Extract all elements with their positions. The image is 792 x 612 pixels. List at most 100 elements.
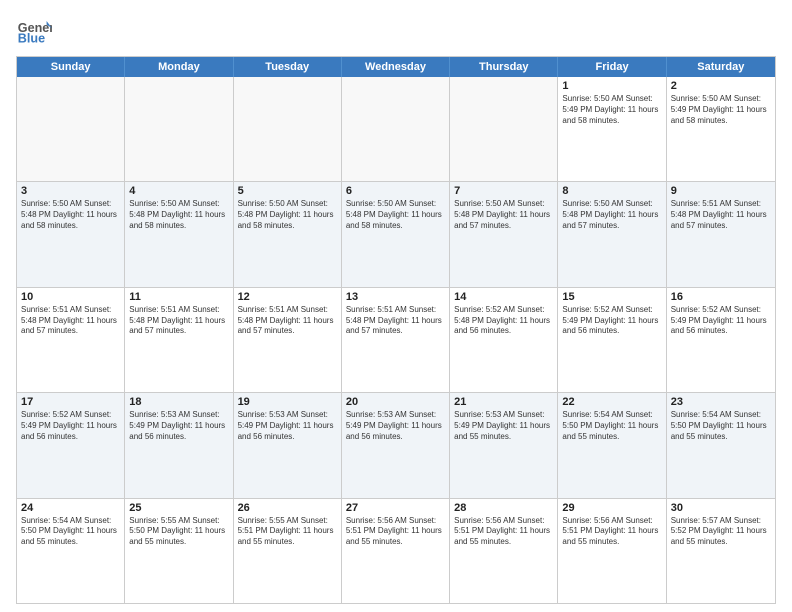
day-info: Sunrise: 5:50 AM Sunset: 5:49 PM Dayligh… (671, 94, 771, 126)
day-cell-13: 13 Sunrise: 5:51 AM Sunset: 5:48 PM Dayli… (342, 288, 450, 392)
day-info: Sunrise: 5:52 AM Sunset: 5:49 PM Dayligh… (671, 305, 771, 337)
day-cell-11: 11 Sunrise: 5:51 AM Sunset: 5:48 PM Dayli… (125, 288, 233, 392)
day-number: 25 (129, 502, 228, 514)
day-number: 27 (346, 502, 445, 514)
day-info: Sunrise: 5:55 AM Sunset: 5:50 PM Dayligh… (129, 516, 228, 548)
day-cell-14: 14 Sunrise: 5:52 AM Sunset: 5:48 PM Dayli… (450, 288, 558, 392)
day-info: Sunrise: 5:53 AM Sunset: 5:49 PM Dayligh… (346, 410, 445, 442)
day-info: Sunrise: 5:51 AM Sunset: 5:48 PM Dayligh… (129, 305, 228, 337)
day-number: 4 (129, 185, 228, 197)
day-cell-3: 3Sunrise: 5:50 AM Sunset: 5:48 PM Daylig… (17, 182, 125, 286)
day-cell-6: 6 Sunrise: 5:50 AM Sunset: 5:48 PM Daylig… (342, 182, 450, 286)
calendar-row-2: 3 Sunrise: 5:50 AM Sunset: 5:48 PM Daylig… (17, 181, 775, 286)
day-number: 30 (671, 502, 771, 514)
empty-cell (342, 77, 450, 181)
day-info: Sunrise: 5:50 AM Sunset: 5:49 PM Dayligh… (562, 94, 661, 126)
day-info: Sunrise: 5:56 AM Sunset: 5:51 PM Dayligh… (454, 516, 553, 548)
day-number: 13 (346, 291, 445, 303)
calendar-header: SundayMondayTuesdayWednesdayThursdayFrid… (17, 57, 775, 77)
day-info: Sunrise: 5:54 AM Sunset: 5:50 PM Dayligh… (562, 410, 661, 442)
day-cell-17: 17 Sunrise: 5:52 AM Sunset: 5:49 PM Dayli… (17, 393, 125, 497)
day-number: 14 (454, 291, 553, 303)
day-info: Sunrise: 5:50 AM Sunset: 5:48 PM Dayligh… (562, 199, 661, 231)
day-cell-26: 26 Sunrise: 5:55 AM Sunset: 5:51 PM Dayli… (234, 499, 342, 603)
day-number: 18 (129, 396, 228, 408)
day-cell-7: 7Sunrise: 5:50 AM Sunset: 5:48 PM Daylig… (450, 182, 558, 286)
day-info: Sunrise: 5:56 AM Sunset: 5:51 PM Dayligh… (346, 516, 445, 548)
day-number: 19 (238, 396, 337, 408)
day-number: 12 (238, 291, 337, 303)
day-number: 17 (21, 396, 120, 408)
day-of-week-friday: Friday (558, 57, 666, 77)
day-number: 8 (562, 185, 661, 197)
day-cell-2: 2 Sunrise: 5:50 AM Sunset: 5:49 PM Daylig… (667, 77, 775, 181)
calendar-row-1: 1 Sunrise: 5:50 AM Sunset: 5:49 PM Daylig… (17, 77, 775, 181)
day-number: 23 (671, 396, 771, 408)
day-cell-15: 15Sunrise: 5:52 AM Sunset: 5:49 PM Dayli… (558, 288, 666, 392)
empty-cell (17, 77, 125, 181)
day-info: Sunrise: 5:52 AM Sunset: 5:48 PM Dayligh… (454, 305, 553, 337)
day-of-week-sunday: Sunday (17, 57, 125, 77)
day-cell-30: 30 Sunrise: 5:57 AM Sunset: 5:52 PM Dayli… (667, 499, 775, 603)
day-info: Sunrise: 5:52 AM Sunset: 5:49 PM Dayligh… (562, 305, 661, 337)
day-cell-10: 10 Sunrise: 5:51 AM Sunset: 5:48 PM Dayli… (17, 288, 125, 392)
day-cell-24: 24Sunrise: 5:54 AM Sunset: 5:50 PM Dayli… (17, 499, 125, 603)
day-cell-21: 21 Sunrise: 5:53 AM Sunset: 5:49 PM Dayli… (450, 393, 558, 497)
day-number: 2 (671, 80, 771, 92)
day-cell-1: 1 Sunrise: 5:50 AM Sunset: 5:49 PM Daylig… (558, 77, 666, 181)
day-of-week-thursday: Thursday (450, 57, 558, 77)
day-number: 1 (562, 80, 661, 92)
day-cell-9: 9 Sunrise: 5:51 AM Sunset: 5:48 PM Daylig… (667, 182, 775, 286)
calendar-row-5: 24Sunrise: 5:54 AM Sunset: 5:50 PM Dayli… (17, 498, 775, 603)
calendar-row-4: 17 Sunrise: 5:52 AM Sunset: 5:49 PM Dayli… (17, 392, 775, 497)
day-number: 6 (346, 185, 445, 197)
day-info: Sunrise: 5:53 AM Sunset: 5:49 PM Dayligh… (238, 410, 337, 442)
day-cell-12: 12Sunrise: 5:51 AM Sunset: 5:48 PM Dayli… (234, 288, 342, 392)
day-number: 16 (671, 291, 771, 303)
day-info: Sunrise: 5:51 AM Sunset: 5:48 PM Dayligh… (346, 305, 445, 337)
day-number: 21 (454, 396, 553, 408)
day-of-week-tuesday: Tuesday (234, 57, 342, 77)
day-cell-27: 27 Sunrise: 5:56 AM Sunset: 5:51 PM Dayli… (342, 499, 450, 603)
day-number: 7 (454, 185, 553, 197)
day-cell-16: 16 Sunrise: 5:52 AM Sunset: 5:49 PM Dayli… (667, 288, 775, 392)
day-info: Sunrise: 5:56 AM Sunset: 5:51 PM Dayligh… (562, 516, 661, 548)
day-cell-8: 8 Sunrise: 5:50 AM Sunset: 5:48 PM Daylig… (558, 182, 666, 286)
day-cell-25: 25 Sunrise: 5:55 AM Sunset: 5:50 PM Dayli… (125, 499, 233, 603)
page: General Blue SundayMondayTuesdayWednesda… (0, 0, 792, 612)
calendar-row-3: 10 Sunrise: 5:51 AM Sunset: 5:48 PM Dayli… (17, 287, 775, 392)
logo: General Blue (16, 12, 52, 48)
day-info: Sunrise: 5:51 AM Sunset: 5:48 PM Dayligh… (21, 305, 120, 337)
day-number: 3 (21, 185, 120, 197)
day-info: Sunrise: 5:50 AM Sunset: 5:48 PM Dayligh… (346, 199, 445, 231)
day-number: 5 (238, 185, 337, 197)
day-info: Sunrise: 5:51 AM Sunset: 5:48 PM Dayligh… (671, 199, 771, 231)
day-info: Sunrise: 5:52 AM Sunset: 5:49 PM Dayligh… (21, 410, 120, 442)
day-number: 10 (21, 291, 120, 303)
logo-icon: General Blue (16, 12, 52, 48)
day-number: 26 (238, 502, 337, 514)
day-number: 9 (671, 185, 771, 197)
day-of-week-monday: Monday (125, 57, 233, 77)
day-info: Sunrise: 5:50 AM Sunset: 5:48 PM Dayligh… (129, 199, 228, 231)
day-info: Sunrise: 5:50 AM Sunset: 5:48 PM Dayligh… (238, 199, 337, 231)
day-cell-28: 28 Sunrise: 5:56 AM Sunset: 5:51 PM Dayli… (450, 499, 558, 603)
day-cell-5: 5 Sunrise: 5:50 AM Sunset: 5:48 PM Daylig… (234, 182, 342, 286)
day-info: Sunrise: 5:57 AM Sunset: 5:52 PM Dayligh… (671, 516, 771, 548)
day-info: Sunrise: 5:53 AM Sunset: 5:49 PM Dayligh… (129, 410, 228, 442)
day-number: 20 (346, 396, 445, 408)
calendar: SundayMondayTuesdayWednesdayThursdayFrid… (16, 56, 776, 604)
day-cell-23: 23 Sunrise: 5:54 AM Sunset: 5:50 PM Dayli… (667, 393, 775, 497)
day-number: 29 (562, 502, 661, 514)
day-number: 24 (21, 502, 120, 514)
calendar-body: 1 Sunrise: 5:50 AM Sunset: 5:49 PM Daylig… (17, 77, 775, 603)
day-of-week-saturday: Saturday (667, 57, 775, 77)
day-number: 11 (129, 291, 228, 303)
day-cell-19: 19 Sunrise: 5:53 AM Sunset: 5:49 PM Dayli… (234, 393, 342, 497)
day-info: Sunrise: 5:55 AM Sunset: 5:51 PM Dayligh… (238, 516, 337, 548)
empty-cell (450, 77, 558, 181)
day-info: Sunrise: 5:53 AM Sunset: 5:49 PM Dayligh… (454, 410, 553, 442)
day-number: 28 (454, 502, 553, 514)
svg-text:Blue: Blue (18, 32, 45, 46)
day-info: Sunrise: 5:54 AM Sunset: 5:50 PM Dayligh… (671, 410, 771, 442)
